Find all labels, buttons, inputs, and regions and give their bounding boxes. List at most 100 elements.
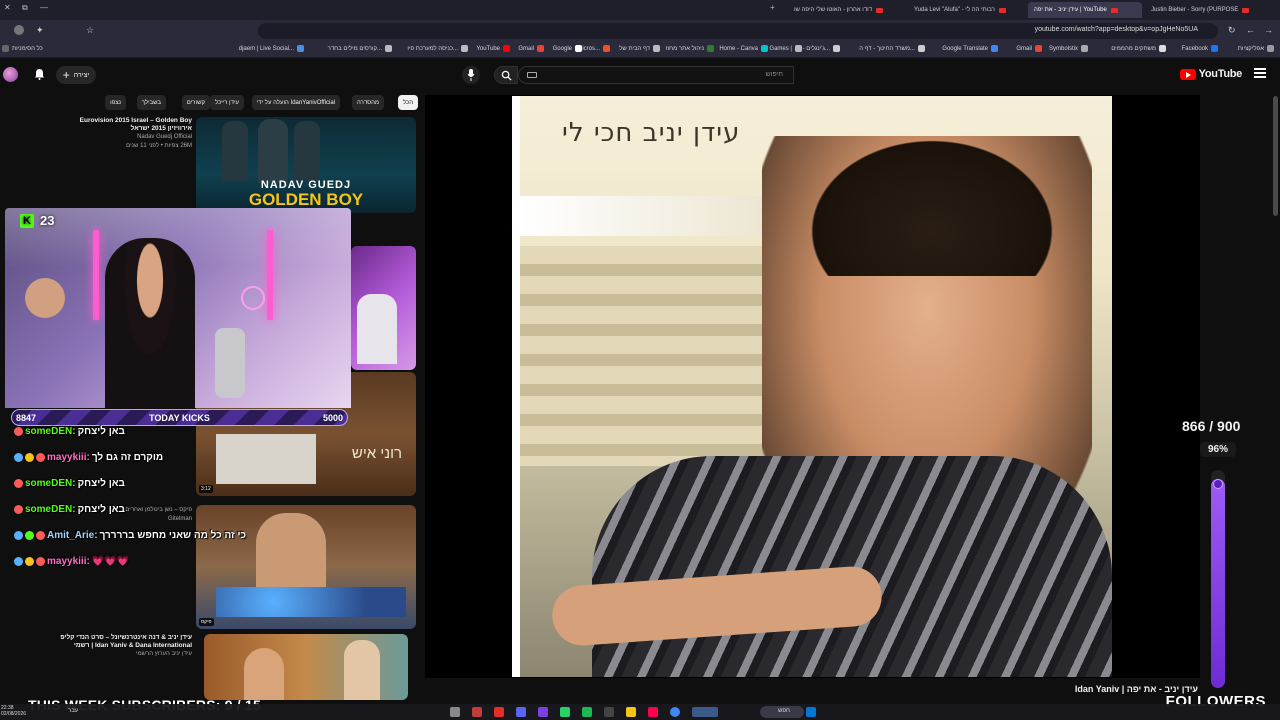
taskbar-clock[interactable]: 22:38 02/08/2026: [1, 705, 26, 717]
search-button[interactable]: [494, 66, 518, 84]
bookmark-icon: [653, 45, 660, 52]
keyboard-icon[interactable]: [527, 72, 537, 78]
tab-justin-bieber[interactable]: Justin Bieber - Sorry (PURPOSE: [1145, 2, 1257, 18]
album-cover-image: [512, 96, 1112, 677]
chat-badge-icon: [36, 453, 45, 462]
microphone-icon: [467, 69, 475, 81]
chat-badge-icon: [36, 531, 45, 540]
app-icon[interactable]: [692, 707, 718, 717]
language-indicator[interactable]: עבר: [68, 708, 78, 714]
bookmark-star-icon[interactable]: ☆: [86, 25, 94, 36]
bookmark-icon: [795, 45, 802, 52]
portrait-hair: [792, 126, 1072, 276]
related-video-thumbnail[interactable]: [351, 246, 416, 370]
bookmark-google[interactable]: Google: [553, 45, 582, 52]
twitch-icon[interactable]: [538, 707, 548, 717]
forward-icon[interactable]: →: [1264, 25, 1273, 35]
chat-badge-icon: [14, 479, 23, 488]
chip-for-you[interactable]: בשבילך: [136, 95, 166, 110]
chat-message: someDEN: באן ליצחק: [14, 426, 125, 437]
kicks-goal-bar: TODAY KICKS 8847 5000: [11, 409, 348, 426]
chrome-icon[interactable]: [670, 707, 680, 717]
app-icon[interactable]: [472, 707, 482, 717]
related-video-thumbnail[interactable]: פיקס: [196, 505, 416, 629]
chip-related[interactable]: קשורים: [181, 95, 210, 110]
page-scrollbar[interactable]: [1273, 96, 1278, 216]
file-explorer-icon[interactable]: [626, 707, 636, 717]
bookmark-symbolstix[interactable]: Symbolstix: [1049, 45, 1088, 52]
youtube-taskbar-icon[interactable]: [494, 707, 504, 717]
video-title: Eurovision 2015 Israel – Golden Boy: [79, 117, 192, 124]
bookmark-youtube[interactable]: YouTube: [476, 45, 510, 52]
maximize-window-icon[interactable]: ⧉: [22, 3, 28, 13]
tab-dudu-aharon[interactable]: דודו אהרון - האוטו שלי היפה שו: [788, 2, 906, 18]
chip-watched[interactable]: נצפו: [105, 95, 126, 110]
chip-all[interactable]: הכל: [397, 95, 418, 110]
chat-badge-icon: [14, 531, 23, 540]
windows-start-icon[interactable]: [806, 707, 816, 717]
gmail-icon: [1035, 45, 1042, 52]
voice-search-button[interactable]: [462, 66, 480, 84]
tab-idan-yaniv[interactable]: עידן יניב - את יפה | YouTube: [1028, 2, 1142, 18]
thumb-figure: [258, 119, 288, 183]
tab-yuda-levi[interactable]: Yuda Levi "Alufa" - רבותי הה לי: [908, 2, 1026, 18]
back-icon[interactable]: ←: [1246, 25, 1255, 35]
profile-icon[interactable]: [14, 25, 24, 35]
account-avatar[interactable]: [3, 67, 18, 82]
taskbar-search[interactable]: חפש: [760, 706, 804, 718]
bookmark-gmail2[interactable]: Gmail: [518, 45, 544, 52]
bookmark-translate[interactable]: Google Translate: [942, 45, 998, 52]
create-button[interactable]: + יצירה: [56, 66, 96, 84]
bookmark-jingles[interactable]: ג'ינגלים - 0...: [798, 45, 840, 52]
chip-idan-raichel[interactable]: עידן רייכל: [209, 95, 244, 110]
bookmark-district[interactable]: ניהול אתר מחוז: [666, 45, 714, 52]
minimize-window-icon[interactable]: —: [40, 3, 48, 12]
bookmark-apps[interactable]: אפליקציות: [1238, 45, 1274, 52]
bookmark-canva[interactable]: Home - Canva: [719, 45, 768, 52]
address-bar[interactable]: youtube.com/watch?app=desktop&v=opJgHeNo…: [258, 23, 1218, 39]
bookmark-edu[interactable]: משרד החינוך - דף ה...: [859, 45, 925, 52]
bookmark-facebook[interactable]: Facebook: [1182, 45, 1218, 52]
new-tab-icon[interactable]: +: [770, 3, 775, 12]
discord-icon[interactable]: [516, 707, 526, 717]
bookmark-microsoft[interactable]: Micros...: [577, 45, 610, 52]
bookmark-courses[interactable]: קורסים מילים בחדר...: [328, 45, 392, 52]
notifications-bell-icon[interactable]: [34, 68, 45, 80]
settings-icon[interactable]: [450, 707, 460, 717]
spotify-icon[interactable]: [582, 707, 592, 717]
related-video-thumbnail[interactable]: [204, 634, 408, 700]
youtube-tab-icon: [1242, 7, 1250, 13]
follower-goal-counter: 866 / 900: [1182, 418, 1241, 434]
youtube-icon: [503, 45, 510, 52]
whatsapp-icon[interactable]: [560, 707, 570, 717]
bookmark-login[interactable]: כניסה למערכת פיו...: [407, 45, 468, 52]
follower-goal-fill: [1211, 478, 1225, 688]
thumb-text: רוני איש: [351, 445, 402, 462]
related-video-thumbnail[interactable]: NADAV GUEDJ GOLDEN BOY: [196, 117, 416, 213]
bookmark-games[interactable]: משחקים מהממים: [1111, 45, 1166, 52]
extensions-icon[interactable]: ✦: [36, 25, 44, 36]
chip-from-series[interactable]: מהסדרה: [351, 95, 384, 110]
bookmark-home[interactable]: דף הבית של: [619, 45, 660, 52]
chip-uploaded-by[interactable]: הועלה על ידי IdanYanivOfficial: [251, 95, 340, 110]
app-icon[interactable]: [604, 707, 614, 717]
tiktok-icon[interactable]: [648, 707, 658, 717]
bookmark-djaem[interactable]: djaem | Live Social...: [239, 45, 304, 52]
reload-icon[interactable]: ↻: [1228, 25, 1236, 36]
close-window-icon[interactable]: ✕: [4, 3, 11, 12]
related-video-meta[interactable]: Eurovision 2015 Israel – Golden Boy אירו…: [40, 117, 192, 150]
search-input[interactable]: חיפוש: [518, 66, 794, 84]
bookmark-icon: [918, 45, 925, 52]
youtube-header: YouTube חיפוש + יצירה: [0, 58, 1280, 92]
bookmark-all[interactable]: כל הסימניות: [2, 45, 43, 52]
url-text: youtube.com/watch?app=desktop&v=opJgHeNo…: [1034, 26, 1198, 33]
crown-badge-icon: [25, 557, 34, 566]
thumb-figure: [222, 121, 248, 181]
youtube-tab-icon: [998, 7, 1006, 13]
related-video-meta[interactable]: עידן יניב & דנה אינטרנשיונל – סרט הנדי ק…: [40, 634, 192, 659]
menu-icon[interactable]: [1254, 68, 1266, 78]
bookmark-games2[interactable]: Games |: [769, 45, 802, 52]
bookmark-gmail[interactable]: Gmail: [1016, 45, 1042, 52]
youtube-logo[interactable]: YouTube: [1179, 68, 1242, 80]
microsoft-icon: [603, 45, 610, 52]
